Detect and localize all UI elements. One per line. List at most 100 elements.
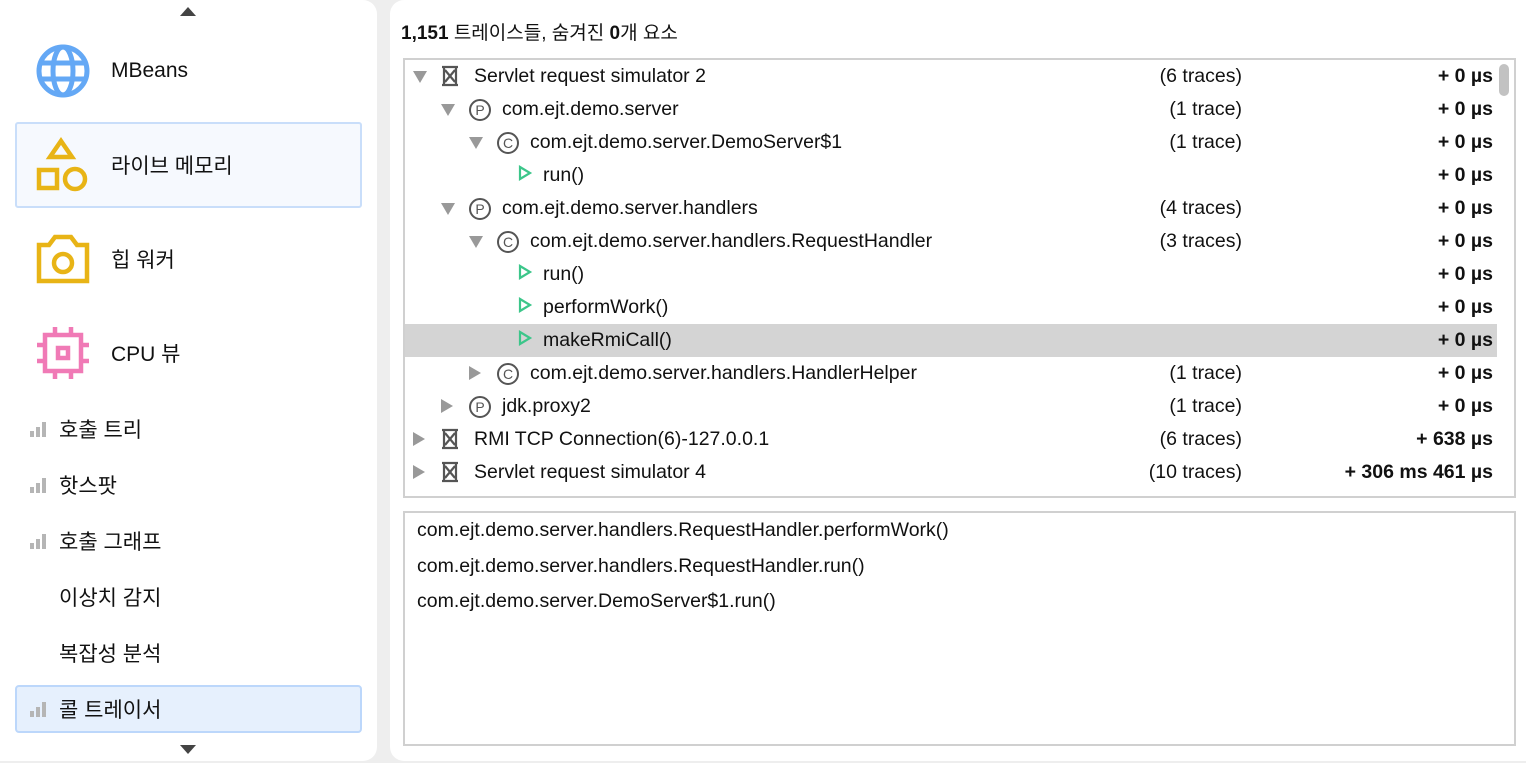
sidebar-item-label: CPU 뷰 (111, 343, 181, 366)
stack-frame[interactable]: com.ejt.demo.server.DemoServer$1.run() (417, 590, 776, 613)
svg-text:P: P (475, 399, 484, 415)
node-label: com.ejt.demo.server.handlers.HandlerHelp… (530, 362, 917, 384)
expand-arrow-right-icon[interactable] (469, 366, 481, 380)
tree-row[interactable]: RMI TCP Connection(6)-127.0.0.1 (6 traces… (405, 423, 1497, 456)
tree-row[interactable]: Pjdk.proxy2 (1 trace) + 0 µs (405, 390, 1497, 423)
trace-count: (1 trace) (1169, 362, 1242, 384)
tree-row[interactable]: Ccom.ejt.demo.server.handlers.HandlerHel… (405, 357, 1497, 390)
trace-count: (3 traces) (1159, 230, 1242, 252)
tree-row[interactable]: makeRmiCall() + 0 µs (405, 324, 1497, 357)
sidebar-item-label: 호출 트리 (59, 419, 143, 442)
sidebar-item-call-tracer[interactable]: 콜 트레이서 (15, 685, 362, 733)
thread-icon (440, 461, 460, 489)
call-tracer-panel: 1,151 트레이스들, 숨겨진 0개 요소 Servlet request s… (390, 0, 1526, 761)
trace-count: (1 trace) (1169, 395, 1242, 417)
package-icon: P (468, 197, 492, 227)
signal-bars-icon (30, 422, 46, 437)
node-label: run() (543, 164, 585, 186)
sidebar-item-heap-walker[interactable]: 힙 워커 (15, 216, 362, 302)
tree-row[interactable]: run() + 0 µs (405, 159, 1497, 192)
sidebar-item-mbeans[interactable]: MBeans (15, 28, 362, 114)
trace-count: (4 traces) (1159, 197, 1242, 219)
class-icon: C (496, 230, 520, 260)
stack-frame[interactable]: com.ejt.demo.server.handlers.RequestHand… (417, 555, 865, 578)
svg-text:C: C (503, 234, 513, 250)
sidebar-item-hotspots[interactable]: 핫스팟 (15, 461, 362, 509)
tree-row[interactable]: Pcom.ejt.demo.server (1 trace) + 0 µs (405, 93, 1497, 126)
trace-tree[interactable]: Servlet request simulator 2 (6 traces) + 0… (403, 58, 1516, 498)
svg-text:C: C (503, 135, 513, 151)
node-label: com.ejt.demo.server.handlers.RequestHand… (530, 230, 933, 252)
time-value: + 0 µs (1437, 164, 1493, 186)
signal-bars-icon (30, 478, 46, 493)
sidebar-item-label: 라이브 메모리 (111, 155, 233, 178)
class-icon: C (496, 131, 520, 161)
expand-arrow-right-icon[interactable] (413, 432, 425, 446)
expand-arrow-right-icon[interactable] (413, 465, 425, 479)
sidebar-item-call-tree[interactable]: 호출 트리 (15, 405, 362, 453)
time-value: + 306 ms 461 µs (1344, 461, 1493, 483)
tree-row[interactable]: run() + 0 µs (405, 258, 1497, 291)
signal-bars-icon (30, 702, 46, 717)
trace-count: (6 traces) (1159, 65, 1242, 87)
node-label: com.ejt.demo.server.handlers (502, 197, 758, 219)
scrollbar-thumb[interactable] (1499, 64, 1509, 96)
stack-frame[interactable]: com.ejt.demo.server.handlers.RequestHand… (417, 519, 949, 542)
tree-row[interactable]: Ccom.ejt.demo.server.handlers.RequestHan… (405, 225, 1497, 258)
scroll-up-arrow-icon[interactable] (180, 7, 196, 16)
sidebar-item-label: 힙 워커 (111, 249, 175, 272)
method-icon (517, 164, 533, 188)
expand-arrow-down-icon[interactable] (441, 203, 455, 215)
signal-bars-icon (30, 534, 46, 549)
node-label: makeRmiCall() (543, 329, 672, 351)
scroll-down-arrow-icon[interactable] (180, 745, 196, 754)
svg-text:P: P (475, 102, 484, 118)
sidebar-item-label: 이상치 감지 (59, 587, 162, 610)
sidebar-item-call-graph[interactable]: 호출 그래프 (15, 517, 362, 565)
thread-icon (440, 65, 460, 93)
tree-row[interactable]: Servlet request simulator 2 (6 traces) + 0… (405, 60, 1497, 93)
time-value: + 0 µs (1437, 131, 1493, 153)
package-icon: P (468, 98, 492, 128)
trace-count: (6 traces) (1159, 428, 1242, 450)
node-label: RMI TCP Connection(6)-127.0.0.1 (474, 428, 770, 450)
stack-trace-panel: com.ejt.demo.server.handlers.RequestHand… (403, 511, 1516, 746)
sidebar-item-complexity-analysis[interactable]: 복잡성 분석 (15, 629, 362, 677)
time-value: + 0 µs (1437, 395, 1493, 417)
time-value: + 0 µs (1437, 296, 1493, 318)
tree-row[interactable]: Pcom.ejt.demo.server.handlers (4 traces) +… (405, 192, 1497, 225)
method-icon (517, 329, 533, 353)
sidebar-item-label: 핫스팟 (59, 475, 117, 498)
expand-arrow-down-icon[interactable] (469, 137, 483, 149)
sidebar-item-outlier-detection[interactable]: 이상치 감지 (15, 573, 362, 621)
tree-row[interactable]: Servlet request simulator 4 (10 traces) + … (405, 456, 1497, 489)
node-label: com.ejt.demo.server.DemoServer$1 (530, 131, 843, 153)
expand-arrow-down-icon[interactable] (441, 104, 455, 116)
camera-icon (36, 234, 90, 284)
expand-arrow-down-icon[interactable] (413, 71, 427, 83)
node-label: run() (543, 263, 585, 285)
time-value: + 0 µs (1437, 329, 1493, 351)
sidebar-item-cpu-views[interactable]: CPU 뷰 (15, 310, 362, 396)
sidebar-item-live-memory[interactable]: 라이브 메모리 (15, 122, 362, 208)
sidebar-item-label: 복잡성 분석 (59, 643, 162, 666)
sidebar-item-label: 콜 트레이서 (59, 699, 162, 722)
trace-count: (10 traces) (1148, 461, 1242, 483)
node-label: Servlet request simulator 2 (474, 65, 706, 87)
time-value: + 0 µs (1437, 98, 1493, 120)
sidebar-item-label: 호출 그래프 (59, 531, 162, 554)
shapes-icon (36, 137, 88, 192)
time-value: + 0 µs (1437, 263, 1493, 285)
node-label: com.ejt.demo.server (502, 98, 679, 120)
time-value: + 0 µs (1437, 197, 1493, 219)
expand-arrow-right-icon[interactable] (441, 399, 453, 413)
svg-text:C: C (503, 366, 513, 382)
package-icon: P (468, 395, 492, 425)
tree-row[interactable]: performWork() + 0 µs (405, 291, 1497, 324)
time-value: + 0 µs (1437, 362, 1493, 384)
tree-row[interactable]: Ccom.ejt.demo.server.DemoServer$1 (1 trac… (405, 126, 1497, 159)
expand-arrow-down-icon[interactable] (469, 236, 483, 248)
sidebar-item-label: MBeans (111, 59, 189, 82)
class-icon: C (496, 362, 520, 392)
sidebar: MBeans 라이브 메모리 힙 워커 CPU 뷰 호출 트리 핫스팟 호출 그… (0, 0, 377, 761)
